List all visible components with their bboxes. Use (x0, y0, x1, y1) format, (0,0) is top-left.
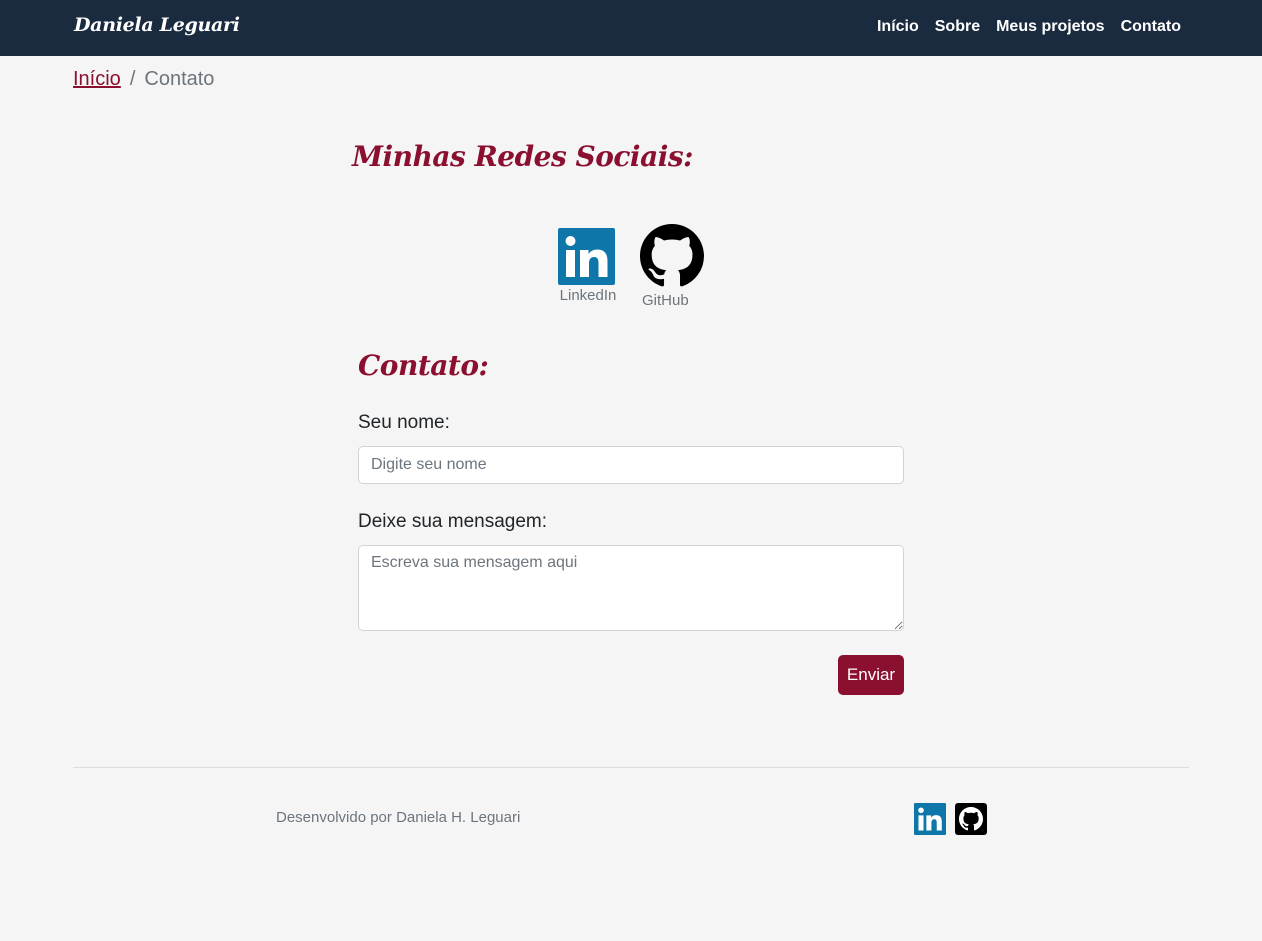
nav-link-contato[interactable]: Contato (1121, 18, 1181, 36)
top-navbar: Daniela Leguari Início Sobre Meus projet… (0, 0, 1262, 56)
linkedin-label: LinkedIn (559, 287, 617, 304)
github-label: GitHub (642, 292, 689, 309)
nav-link-inicio[interactable]: Início (877, 18, 919, 36)
footer-divider (73, 767, 1189, 768)
linkedin-icon (558, 228, 615, 285)
name-field-label: Seu nome: (358, 412, 450, 433)
footer-credit: Desenvolvido por Daniela H. Leguari (276, 809, 521, 826)
footer-social-icons (914, 803, 987, 835)
footer-github-link[interactable] (955, 803, 987, 835)
brand-logo[interactable]: Daniela Leguari (74, 14, 240, 36)
contact-section-title: Contato: (358, 349, 489, 382)
breadcrumb-home-link[interactable]: Início (73, 68, 121, 91)
breadcrumb-current: Contato (144, 68, 215, 90)
footer-linkedin-link[interactable] (914, 803, 946, 835)
linkedin-icon (914, 803, 946, 835)
github-link[interactable]: GitHub (640, 224, 704, 309)
name-input[interactable] (358, 446, 904, 484)
send-button[interactable]: Enviar (838, 655, 904, 695)
breadcrumb-separator: / (129, 68, 136, 90)
nav-link-meus-projetos[interactable]: Meus projetos (996, 18, 1104, 36)
linkedin-link[interactable]: LinkedIn (557, 228, 619, 304)
nav-links: Início Sobre Meus projetos Contato (877, 18, 1181, 36)
github-icon (955, 803, 987, 835)
nav-link-sobre[interactable]: Sobre (935, 18, 980, 36)
breadcrumb: Início / Contato (73, 68, 214, 91)
social-section-title: Minhas Redes Sociais: (352, 140, 693, 173)
message-textarea[interactable] (358, 545, 904, 631)
message-field-label: Deixe sua mensagem: (358, 511, 548, 532)
github-icon (640, 224, 704, 287)
